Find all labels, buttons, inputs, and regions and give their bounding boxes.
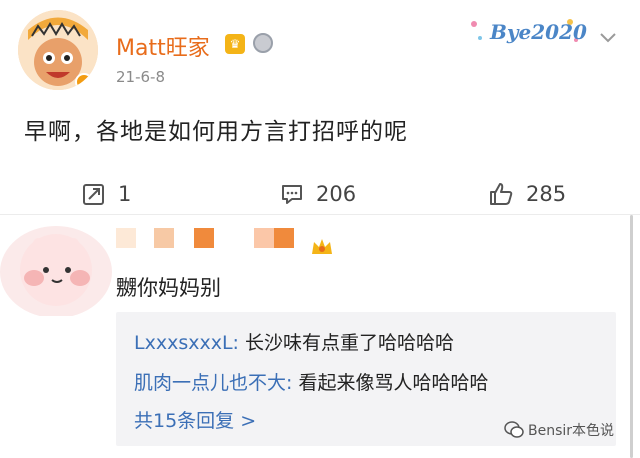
vip-badge-icon: ♛ [225,34,245,54]
redaction-block [254,228,274,248]
more-replies-link[interactable]: 共15条回复 > [134,406,256,433]
redaction-block [116,228,136,248]
repost-count: 1 [118,182,132,206]
watermark-text: Bensir本色说 [528,423,615,439]
like-button[interactable]: 285 [488,180,566,208]
watermark: Bensir本色说 [504,420,614,440]
author-avatar-image [18,10,98,90]
medal-badge-icon [253,33,273,53]
like-count: 285 [526,182,567,206]
comment-count: 206 [316,182,357,206]
crown-icon [310,236,334,258]
divider [0,214,640,215]
redaction-gap [136,228,154,248]
reply-author[interactable]: 肌肉一点儿也不大: [134,372,292,394]
redaction-block [274,228,294,248]
author-name[interactable]: Matt旺家 [116,30,210,62]
redaction-block [194,228,214,248]
commenter-avatar[interactable] [0,220,112,318]
comment-icon [282,185,302,204]
redaction-block [154,228,174,248]
commenter-name-redacted[interactable] [116,228,294,248]
comment-body: 嬲你妈妈别 [116,276,221,300]
year-badge: Bye2020 [466,14,587,50]
repost-button[interactable]: 1 [82,180,131,208]
wechat-icon [504,421,524,438]
comment-button[interactable]: 206 [280,180,356,208]
reply-item[interactable]: LxxxsxxxL: 长沙味有点重了哈哈哈哈 [134,328,454,355]
reply-item[interactable]: 肌肉一点儿也不大: 看起来像骂人哈哈哈哈 [134,368,488,395]
reply-text: 长沙味有点重了哈哈哈哈 [238,332,454,354]
redaction-gap [174,228,194,248]
post-date: 21-6-8 [116,68,165,86]
redaction-gap [214,228,254,248]
reply-text: 看起来像骂人哈哈哈哈 [292,372,489,394]
chevron-down-icon[interactable] [598,28,618,48]
reply-author[interactable]: LxxxsxxxL: [134,332,239,354]
author-avatar[interactable] [18,10,98,90]
commenter-avatar-image [0,226,112,318]
thumbs-up-icon [490,183,513,205]
year-badge-text: Bye2020 [490,20,587,44]
scrollbar[interactable] [630,215,633,458]
post-body: 早啊，各地是如何用方言打招呼的呢 [24,119,408,145]
repost-icon [83,184,104,205]
